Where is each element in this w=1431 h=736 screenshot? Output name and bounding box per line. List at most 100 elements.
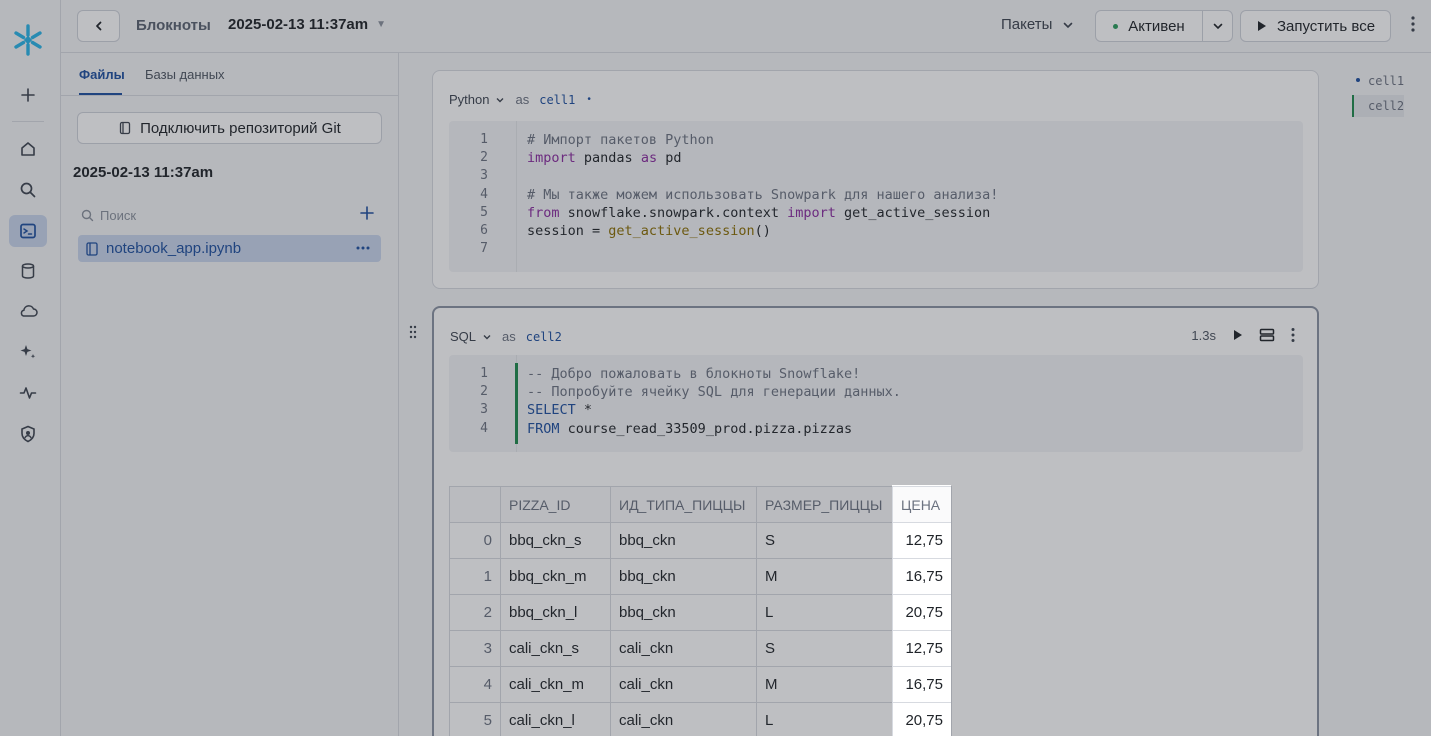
back-button[interactable] xyxy=(77,10,120,42)
code-line: from snowflake.snowpark.context import g… xyxy=(527,205,991,221)
outline-item[interactable]: cell1 xyxy=(1352,70,1404,92)
snowflake-logo-icon[interactable] xyxy=(9,22,47,58)
unsaved-dot-icon: • xyxy=(587,94,591,105)
line-number: 6 xyxy=(480,223,488,238)
add-file-icon[interactable] xyxy=(359,205,375,221)
code-editor[interactable]: 1 2 3 4 5 6 7 # Импорт пакетов Python im… xyxy=(449,121,1303,272)
cell-outline: cell1 cell2 xyxy=(1352,70,1405,117)
chevron-down-icon xyxy=(483,334,491,339)
column-header-price[interactable]: ЦЕНА xyxy=(892,486,952,523)
column-header[interactable]: ИД_ТИПА_ПИЦЦЫ xyxy=(610,486,757,523)
notebook-title[interactable]: 2025-02-13 11:37am ▼ xyxy=(228,16,386,33)
breadcrumb-notebooks[interactable]: Блокноты xyxy=(136,17,211,34)
cell-type-id[interactable]: bbq_ckn xyxy=(610,594,757,631)
more-horizontal-icon[interactable] xyxy=(355,240,371,256)
home-icon[interactable] xyxy=(9,133,47,165)
cell-size[interactable]: S xyxy=(756,630,893,667)
search-icon xyxy=(81,209,94,221)
column-header[interactable]: РАЗМЕР_ПИЦЦЫ xyxy=(756,486,893,523)
cloud-icon[interactable] xyxy=(9,295,47,327)
code-line: # Мы также можем использовать Snowpark д… xyxy=(527,187,999,203)
cell-type-id[interactable]: bbq_ckn xyxy=(610,558,757,595)
cell-size[interactable]: M xyxy=(756,558,893,595)
outline-item-current[interactable]: cell2 xyxy=(1352,95,1405,117)
cell-price[interactable]: 12,75 xyxy=(892,522,952,559)
line-number: 7 xyxy=(480,241,488,256)
python-cell[interactable]: Python as cell1 • 1 2 3 4 5 6 7 # Импорт… xyxy=(432,70,1319,289)
ai-sparkle-icon[interactable] xyxy=(9,336,47,368)
run-all-button[interactable]: Запустить все xyxy=(1240,10,1391,42)
row-index: 2 xyxy=(449,594,501,631)
cell-name[interactable]: cell1 xyxy=(539,93,575,107)
table-row: 2 bbq_ckn_l bbq_ckn L 20,75 xyxy=(449,594,952,631)
row-index: 5 xyxy=(449,702,501,736)
cell-size[interactable]: L xyxy=(756,594,893,631)
search-icon[interactable] xyxy=(9,174,47,206)
cell-name[interactable]: cell2 xyxy=(526,330,562,344)
row-index: 0 xyxy=(449,522,501,559)
cell-price[interactable]: 16,75 xyxy=(892,558,952,595)
sql-cell[interactable]: SQL as cell2 1.3s 1 2 3 4 -- Добро пожал… xyxy=(432,306,1319,736)
connect-git-button[interactable]: Подключить репозиторий Git xyxy=(77,112,382,144)
more-menu-icon[interactable] xyxy=(1411,15,1415,36)
run-all-label: Запустить все xyxy=(1276,17,1376,35)
cell-pizza-id[interactable]: bbq_ckn_s xyxy=(500,522,611,559)
cell-type-id[interactable]: cali_ckn xyxy=(610,666,757,703)
cell-size[interactable]: S xyxy=(756,522,893,559)
tab-files[interactable]: Файлы xyxy=(79,67,125,82)
code-line: -- Добро пожаловать в блокноты Snowflake… xyxy=(527,366,861,382)
folder-title: 2025-02-13 11:37am xyxy=(73,164,214,181)
cell-pizza-id[interactable]: bbq_ckn_l xyxy=(500,594,611,631)
shield-icon[interactable] xyxy=(9,418,47,450)
cell-pizza-id[interactable]: cali_ckn_s xyxy=(500,630,611,667)
cell-more-icon[interactable] xyxy=(1291,327,1295,343)
run-cell-icon[interactable] xyxy=(1232,329,1243,341)
cell-size[interactable]: M xyxy=(756,666,893,703)
packages-dropdown[interactable]: Пакеты xyxy=(1001,16,1074,33)
cell-type-id[interactable]: cali_ckn xyxy=(610,630,757,667)
as-label: as xyxy=(515,92,530,107)
session-menu-button[interactable] xyxy=(1203,11,1232,41)
code-line: -- Попробуйте ячейку SQL для генерации д… xyxy=(527,384,901,400)
cell-language[interactable]: SQL xyxy=(450,329,476,344)
cell-price[interactable]: 16,75 xyxy=(892,666,952,703)
file-panel-tabs: Файлы Базы данных xyxy=(61,53,399,96)
notebook-title-text: 2025-02-13 11:37am xyxy=(228,16,369,33)
file-item[interactable]: notebook_app.ipynb xyxy=(78,235,381,262)
cell-price[interactable]: 20,75 xyxy=(892,702,952,736)
play-icon xyxy=(1257,21,1266,31)
tab-databases[interactable]: Базы данных xyxy=(145,67,225,82)
cell-language[interactable]: Python xyxy=(449,92,489,107)
line-gutter: 1 2 3 4 xyxy=(449,355,517,452)
session-status-button[interactable]: Активен xyxy=(1096,11,1203,41)
cell-price[interactable]: 20,75 xyxy=(892,594,952,631)
file-search[interactable]: Поиск xyxy=(81,205,381,225)
column-header[interactable]: PIZZA_ID xyxy=(500,486,611,523)
database-icon[interactable] xyxy=(9,255,47,287)
plus-icon[interactable] xyxy=(9,79,47,111)
session-status-group: Активен xyxy=(1095,10,1233,42)
activity-icon[interactable] xyxy=(9,377,47,409)
cell-pizza-id[interactable]: bbq_ckn_m xyxy=(500,558,611,595)
row-index: 4 xyxy=(449,666,501,703)
cell-type-id[interactable]: bbq_ckn xyxy=(610,522,757,559)
cell-size[interactable]: L xyxy=(756,702,893,736)
file-name: notebook_app.ipynb xyxy=(106,240,242,257)
cell-price[interactable]: 12,75 xyxy=(892,630,952,667)
output-view-icon[interactable] xyxy=(1259,328,1275,342)
line-number: 1 xyxy=(480,366,488,381)
drag-handle-icon[interactable] xyxy=(409,325,417,342)
table-row: 0 bbq_ckn_s bbq_ckn S 12,75 xyxy=(449,522,952,559)
projects-icon[interactable] xyxy=(9,215,47,247)
session-status-label: Активен xyxy=(1128,17,1185,35)
index-header xyxy=(449,486,501,523)
connect-git-label: Подключить репозиторий Git xyxy=(140,119,341,137)
outline-label: cell2 xyxy=(1368,99,1405,113)
row-index: 3 xyxy=(449,630,501,667)
code-line: session = get_active_session() xyxy=(527,223,771,239)
cell-pizza-id[interactable]: cali_ckn_l xyxy=(500,702,611,736)
cell-type-id[interactable]: cali_ckn xyxy=(610,702,757,736)
cell-pizza-id[interactable]: cali_ckn_m xyxy=(500,666,611,703)
code-editor[interactable]: 1 2 3 4 -- Добро пожаловать в блокноты S… xyxy=(449,355,1303,452)
code-line: FROM course_read_33509_prod.pizza.pizzas xyxy=(527,421,853,437)
